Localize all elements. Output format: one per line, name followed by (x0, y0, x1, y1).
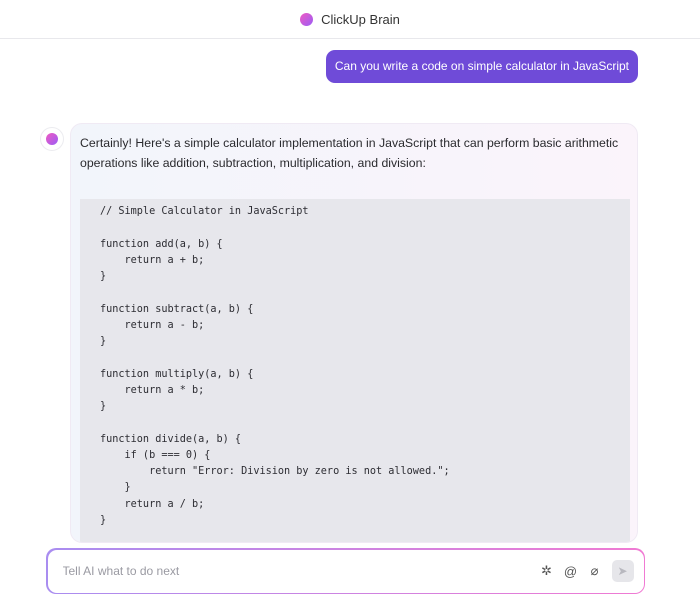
header-title: ClickUp Brain (321, 11, 400, 27)
assistant-avatar (40, 127, 64, 151)
assistant-message: Certainly! Here's a simple calculator im… (70, 123, 638, 543)
send-icon: ➤ (617, 564, 628, 578)
assistant-intro-text: Certainly! Here's a simple calculator im… (80, 136, 619, 170)
user-message: Can you write a code on simple calculato… (325, 50, 638, 83)
at-icon[interactable]: @ (560, 560, 582, 582)
clickup-brain-logo-icon (300, 12, 314, 26)
brain-logo-icon (46, 133, 58, 145)
code-block: // Simple Calculator in JavaScript funct… (80, 199, 630, 542)
prompt-box: ✲ @ ⌀ ➤ (46, 548, 645, 594)
sparkle-icon[interactable]: ✲ (536, 560, 558, 582)
send-button[interactable]: ➤ (611, 560, 634, 582)
prompt-input[interactable] (62, 564, 534, 578)
paperclip-icon[interactable]: ⌀ (584, 560, 606, 582)
header: ClickUp Brain (0, 0, 700, 39)
